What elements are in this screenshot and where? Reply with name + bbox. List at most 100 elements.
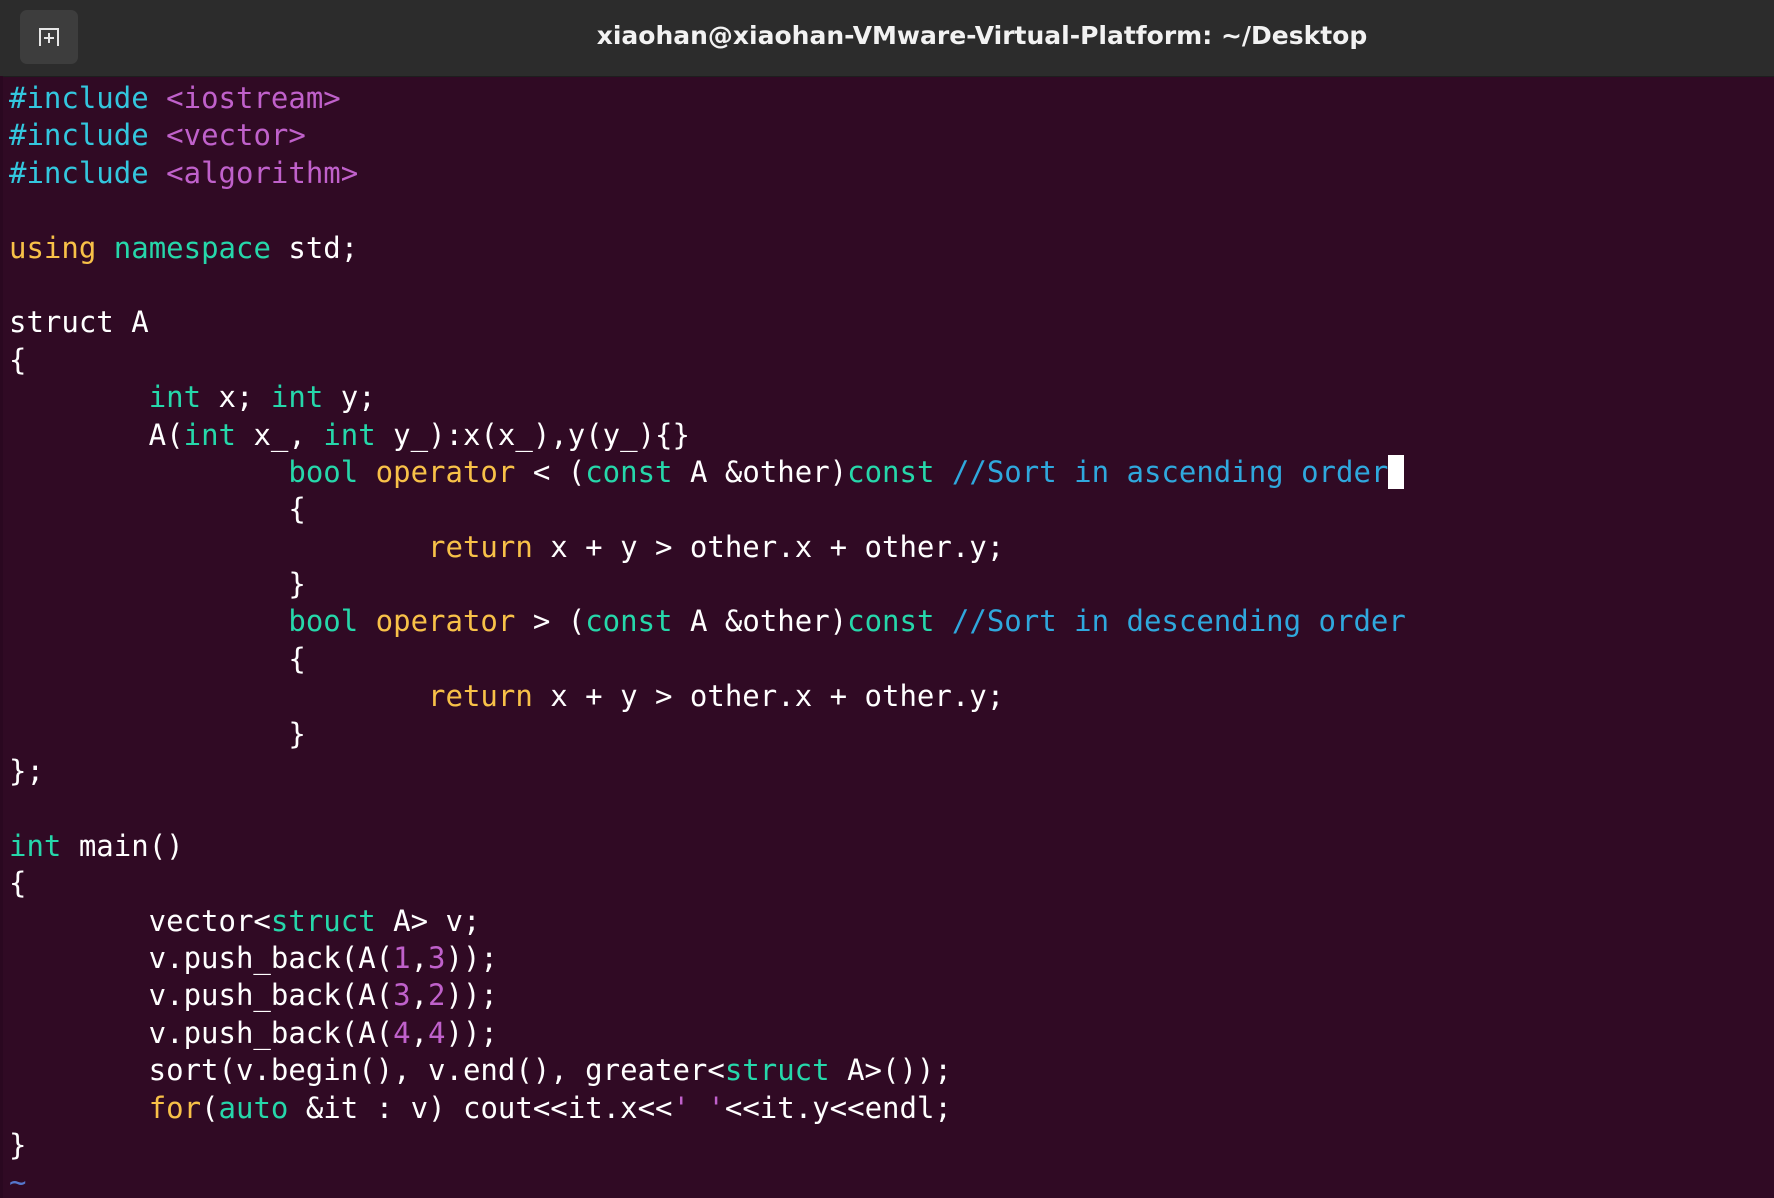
code-line: A(int x_, int y_):x(x_),y(y_){} — [9, 417, 1774, 454]
code-token-plain: )); — [445, 978, 498, 1013]
code-token-number: 1 — [393, 940, 411, 975]
code-token-type: struct — [724, 1053, 830, 1088]
code-token-plain: > ( — [515, 604, 586, 639]
code-line: v.push_back(A(4,4)); — [9, 1015, 1774, 1052]
code-token-plain: vector< — [9, 903, 271, 938]
code-token-plain: A &other) — [672, 604, 848, 639]
code-token-type: bool — [288, 454, 359, 489]
code-token-plain: A>()); — [829, 1053, 952, 1088]
code-token-plain: } — [9, 1127, 27, 1162]
code-token-include: <algorithm> — [166, 155, 359, 190]
code-line: #include <algorithm> — [9, 155, 1774, 192]
code-token-plain: <<it.y<<endl; — [724, 1090, 952, 1125]
code-line: { — [9, 865, 1774, 902]
text-cursor — [1388, 454, 1405, 489]
code-token-number: 4 — [428, 1015, 446, 1050]
code-token-string: ' ' — [672, 1090, 725, 1125]
vim-editor-buffer[interactable]: #include <iostream> #include <vector> #inc… — [9, 80, 1774, 1198]
code-line: bool operator > (const A &other)const //… — [9, 603, 1774, 640]
code-line: } — [9, 566, 1774, 603]
titlebar: xiaohan@xiaohan-VMware-Virtual-Platform:… — [0, 0, 1774, 77]
code-token-comment: //Sort in descending order — [951, 604, 1406, 639]
code-token-plain: A &other) — [672, 454, 848, 489]
code-line: sort(v.begin(), v.end(), greater<struct … — [9, 1052, 1774, 1089]
code-line: for(auto &it : v) cout<<it.x<<' '<<it.y<… — [9, 1090, 1774, 1127]
terminal-window: xiaohan@xiaohan-VMware-Virtual-Platform:… — [0, 0, 1774, 1198]
code-token-plain: < ( — [515, 454, 586, 489]
code-token-preproc: #include — [9, 155, 149, 190]
code-token-keyword: return — [428, 679, 533, 714]
code-token-type: const — [585, 604, 673, 639]
code-line: v.push_back(A(1,3)); — [9, 940, 1774, 977]
code-token-type: int — [9, 828, 62, 863]
code-line: v.push_back(A(3,2)); — [9, 977, 1774, 1014]
code-token-plain: , — [410, 940, 429, 975]
code-line: { — [9, 641, 1774, 678]
code-token-plain: std; — [270, 230, 359, 265]
code-token-type: int — [183, 417, 236, 452]
code-token-plain: }; — [9, 754, 44, 789]
code-line: }; — [9, 753, 1774, 790]
code-token-type: namespace — [113, 230, 271, 265]
code-token-type: auto — [218, 1090, 289, 1125]
code-line: vector<struct A> v; — [9, 903, 1774, 940]
code-line: ~ — [9, 1164, 1774, 1198]
code-line: struct A — [9, 304, 1774, 341]
code-token-tilde: ~ — [9, 1165, 27, 1198]
code-token-include: <vector> — [166, 118, 306, 153]
code-token-plain: y; — [323, 380, 376, 415]
code-token-plain: A> v; — [375, 903, 481, 938]
code-token-plain: x; — [201, 380, 271, 415]
code-line: } — [9, 716, 1774, 753]
code-token-plain: struct A — [9, 305, 149, 340]
code-token-keyword: operator — [375, 604, 516, 639]
code-line: using namespace std; — [9, 230, 1774, 267]
code-token-plain: { — [9, 492, 306, 527]
code-token-plain: x + y > other.x + other.y; — [532, 529, 1005, 564]
code-token-include: <iostream> — [166, 81, 341, 115]
code-token-plain: { — [9, 342, 27, 377]
window-title: xiaohan@xiaohan-VMware-Virtual-Platform:… — [596, 21, 1368, 50]
code-token-type: const — [585, 454, 673, 489]
code-token-type: struct — [270, 903, 376, 938]
code-token-type: int — [270, 380, 324, 415]
code-line: return x + y > other.x + other.y; — [9, 678, 1774, 715]
code-line: int x; int y; — [9, 379, 1774, 416]
code-token-plain: } — [9, 567, 306, 602]
code-token-plain: x_, — [236, 417, 324, 452]
code-token-plain: , — [410, 978, 429, 1013]
code-token-type: int — [148, 380, 202, 415]
code-token-plain: v.push_back(A( — [9, 940, 394, 975]
code-token-number: 3 — [428, 940, 446, 975]
code-token-type: bool — [288, 604, 359, 639]
code-token-number: 2 — [428, 978, 446, 1013]
code-token-number: 4 — [393, 1015, 411, 1050]
left-border — [0, 76, 3, 1198]
code-token-keyword: return — [428, 529, 533, 564]
code-token-plain: )); — [445, 940, 498, 975]
code-token-plain: &it : v) cout<<it.x<< — [288, 1090, 673, 1125]
code-line: bool operator < (const A &other)const //… — [9, 454, 1774, 491]
code-token-keyword: for — [148, 1090, 202, 1125]
code-token-plain: v.push_back(A( — [9, 978, 394, 1013]
code-line: return x + y > other.x + other.y; — [9, 529, 1774, 566]
code-token-plain: ( — [201, 1090, 219, 1125]
code-token-plain: sort(v.begin(), v.end(), greater< — [9, 1053, 725, 1088]
code-token-plain: { — [9, 641, 306, 676]
code-token-plain: y_):x(x_),y(y_){} — [375, 417, 690, 452]
code-line: { — [9, 342, 1774, 379]
code-line: int main() — [9, 828, 1774, 865]
